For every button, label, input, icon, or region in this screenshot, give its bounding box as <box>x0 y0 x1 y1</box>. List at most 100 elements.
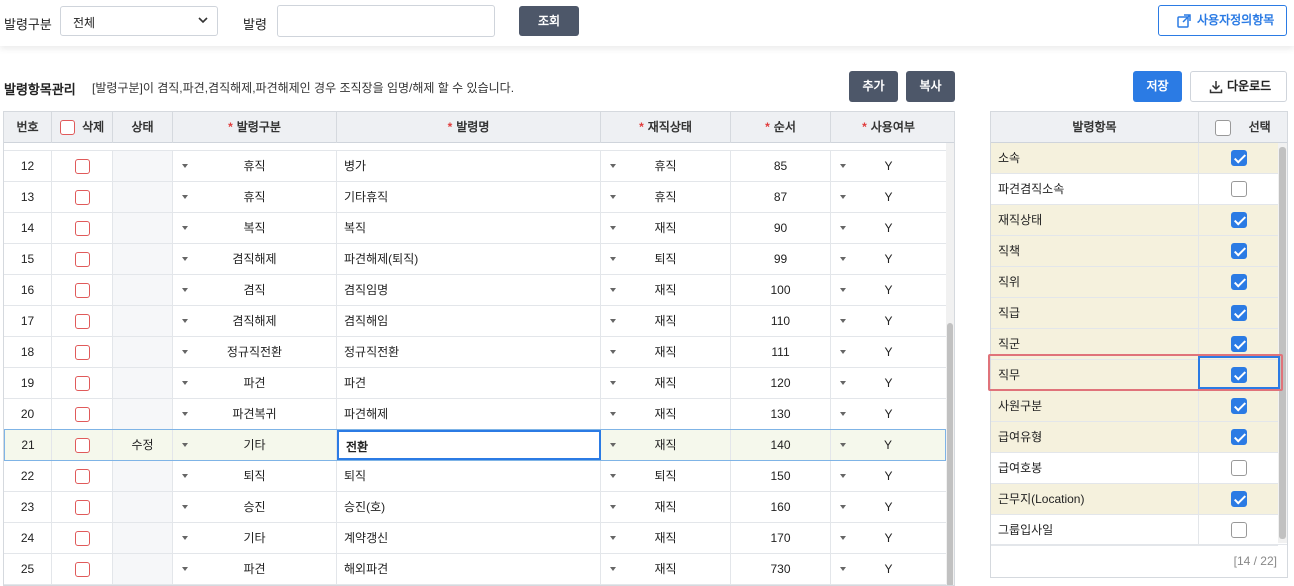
list-item[interactable]: 사원구분 <box>991 391 1278 422</box>
item-checkbox[interactable] <box>1230 460 1247 476</box>
row-status-select[interactable]: 재직 <box>601 275 731 305</box>
row-type-select[interactable]: 승진 <box>173 492 337 522</box>
row-use-select[interactable]: Y <box>831 492 946 522</box>
list-item[interactable]: 파견겸직소속 <box>991 174 1278 205</box>
row-name[interactable]: 겸직임명 <box>337 275 601 305</box>
row-status-select[interactable]: 재직 <box>601 430 731 460</box>
item-checkbox[interactable] <box>1230 150 1247 166</box>
row-name-editor[interactable]: 전환 <box>337 430 601 460</box>
table-row[interactable]: 16 겸직 겸직임명 재직 100 Y <box>4 275 946 306</box>
row-delete-cell[interactable] <box>52 151 113 181</box>
row-delete-checkbox[interactable] <box>74 221 90 237</box>
row-use-select[interactable]: Y <box>831 182 946 212</box>
row-status-select[interactable]: 휴직 <box>601 151 731 181</box>
table-row[interactable]: 25 파견 해외파견 재직 730 Y <box>4 554 946 585</box>
row-order[interactable]: 140 <box>731 430 831 460</box>
row-type-select[interactable]: 기타 <box>173 523 337 553</box>
row-use-select[interactable]: Y <box>831 430 945 460</box>
table-row[interactable]: 12 휴직 병가 휴직 85 Y <box>4 151 946 182</box>
row-use-select[interactable]: Y <box>831 306 946 336</box>
row-delete-cell[interactable] <box>52 275 113 305</box>
row-delete-cell[interactable] <box>52 430 113 460</box>
row-type-select[interactable]: 복직 <box>173 213 337 243</box>
item-checkbox[interactable] <box>1230 212 1247 228</box>
row-type-select[interactable]: 정규직전환 <box>173 337 337 367</box>
row-status-select[interactable]: 휴직 <box>601 182 731 212</box>
list-item[interactable]: 직급 <box>991 298 1278 329</box>
grid-scroll-thumb[interactable] <box>947 323 953 585</box>
row-type-select[interactable]: 겸직 <box>173 275 337 305</box>
row-order[interactable]: 150 <box>731 461 831 491</box>
item-checkbox[interactable] <box>1230 181 1247 197</box>
row-delete-cell[interactable] <box>52 461 113 491</box>
row-order[interactable]: 87 <box>731 182 831 212</box>
row-name[interactable]: 계약갱신 <box>337 523 601 553</box>
item-checkbox[interactable] <box>1230 243 1247 259</box>
items-scrollbar[interactable] <box>1278 143 1287 543</box>
item-checkbox[interactable] <box>1230 336 1247 352</box>
item-checkbox[interactable] <box>1230 274 1247 290</box>
row-delete-cell[interactable] <box>52 554 113 584</box>
add-button[interactable]: 추가 <box>849 71 898 102</box>
row-order[interactable]: 130 <box>731 399 831 429</box>
table-row[interactable]: 23 승진 승진(호) 재직 160 Y <box>4 492 946 523</box>
row-status-select[interactable]: 퇴직 <box>601 244 731 274</box>
row-status-select[interactable]: 재직 <box>601 523 731 553</box>
row-name[interactable]: 승진(호) <box>337 492 601 522</box>
item-checkbox[interactable] <box>1230 398 1247 414</box>
row-status-select[interactable]: 재직 <box>601 306 731 336</box>
list-item[interactable]: 급여유형 <box>991 422 1278 453</box>
row-delete-cell[interactable] <box>52 306 113 336</box>
row-type-select[interactable]: 휴직 <box>173 151 337 181</box>
row-status-select[interactable]: 재직 <box>601 492 731 522</box>
row-type-select[interactable]: 파견 <box>173 554 337 584</box>
row-status-select[interactable]: 재직 <box>601 399 731 429</box>
list-item[interactable]: 직위 <box>991 267 1278 298</box>
row-name[interactable]: 기타휴직 <box>337 182 601 212</box>
row-use-select[interactable]: Y <box>831 461 946 491</box>
row-delete-checkbox[interactable] <box>74 345 90 361</box>
item-checkbox[interactable] <box>1230 429 1247 445</box>
row-delete-checkbox[interactable] <box>74 438 90 454</box>
row-type-select[interactable]: 겸직해제 <box>173 244 337 274</box>
row-delete-cell[interactable] <box>52 337 113 367</box>
row-type-select[interactable]: 휴직 <box>173 182 337 212</box>
delete-all-checkbox[interactable] <box>59 120 75 136</box>
col-header-select[interactable]: 선택 <box>1199 112 1287 143</box>
list-item[interactable]: 근무지(Location) <box>991 484 1278 515</box>
table-row[interactable]: 15 겸직해제 파견해제(퇴직) 퇴직 99 Y <box>4 244 946 275</box>
row-use-select[interactable]: Y <box>831 399 946 429</box>
order-filter-input[interactable] <box>277 5 495 37</box>
list-item[interactable]: 직책 <box>991 236 1278 267</box>
row-name[interactable]: 파견 <box>337 368 601 398</box>
row-delete-cell[interactable] <box>52 523 113 553</box>
row-status-select[interactable]: 재직 <box>601 337 731 367</box>
row-order[interactable]: 120 <box>731 368 831 398</box>
row-order[interactable]: 160 <box>731 492 831 522</box>
item-checkbox[interactable] <box>1230 491 1247 507</box>
row-delete-cell[interactable] <box>52 399 113 429</box>
table-row[interactable]: 18 정규직전환 정규직전환 재직 111 Y <box>4 337 946 368</box>
copy-button[interactable]: 복사 <box>906 71 955 102</box>
row-delete-checkbox[interactable] <box>74 469 90 485</box>
search-button[interactable]: 조회 <box>519 6 579 36</box>
row-type-select[interactable]: 파견복귀 <box>173 399 337 429</box>
row-type-select[interactable]: 파견 <box>173 368 337 398</box>
row-delete-cell[interactable] <box>52 244 113 274</box>
row-use-select[interactable]: Y <box>831 213 946 243</box>
list-item[interactable]: 재직상태 <box>991 205 1278 236</box>
save-button[interactable]: 저장 <box>1133 71 1182 102</box>
row-delete-checkbox[interactable] <box>74 376 90 392</box>
row-use-select[interactable]: Y <box>831 275 946 305</box>
row-order[interactable]: 90 <box>731 213 831 243</box>
row-order[interactable]: 111 <box>731 337 831 367</box>
row-name[interactable]: 정규직전환 <box>337 337 601 367</box>
row-delete-checkbox[interactable] <box>74 283 90 299</box>
row-status-select[interactable]: 재직 <box>601 213 731 243</box>
row-name[interactable]: 병가 <box>337 151 601 181</box>
row-name[interactable]: 해외파견 <box>337 554 601 584</box>
row-order[interactable]: 730 <box>731 554 831 584</box>
row-name[interactable]: 겸직해임 <box>337 306 601 336</box>
row-name[interactable]: 파견해제 <box>337 399 601 429</box>
row-delete-checkbox[interactable] <box>74 562 90 578</box>
